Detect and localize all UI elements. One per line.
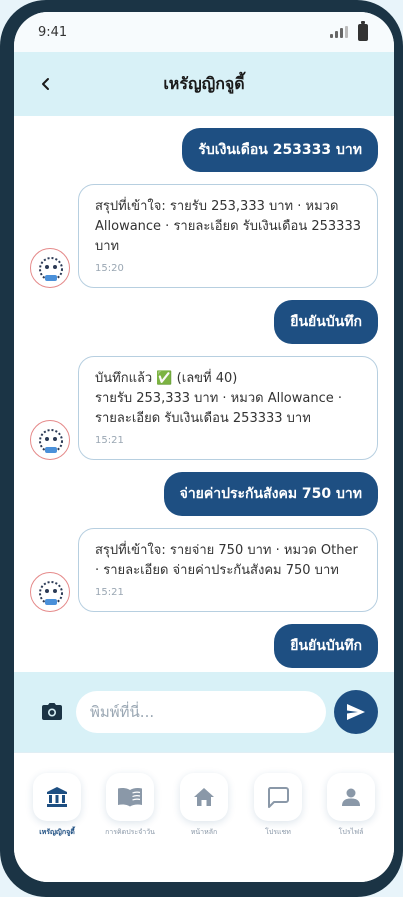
chat-header: เหรัญญิกจูดี้ (14, 52, 394, 116)
send-icon (347, 704, 365, 720)
bot-message: สรุปที่เข้าใจ: รายจ่าย 750 บาท · หมวด Ot… (78, 528, 378, 612)
camera-button[interactable] (30, 690, 74, 734)
nav-label: หน้าหลัก (190, 828, 218, 836)
bottom-navigation: เหรัญญิกจูดี้ การคิดประจำวัน หน้าหลัก โป… (14, 752, 394, 882)
bot-avatar (30, 248, 70, 288)
bot-message-row: สรุปที่เข้าใจ: รายจ่าย 750 บาท · หมวด Ot… (30, 528, 378, 612)
send-button[interactable] (334, 690, 378, 734)
nav-item-chat[interactable]: โปรแชท (248, 773, 308, 838)
nav-item-daily[interactable]: การคิดประจำวัน (100, 773, 160, 838)
message-input[interactable] (76, 691, 326, 733)
signal-icon (330, 26, 348, 38)
phone-frame: 9:41 เหรัญญิกจูดี้ รับเงินเดือน 253333 บ… (0, 0, 403, 897)
chevron-left-icon (42, 78, 49, 90)
chat-thread[interactable]: รับเงินเดือน 253333 บาท สรุปที่เข้าใจ: ร… (14, 116, 394, 672)
bot-message-text: สรุปที่เข้าใจ: รายจ่าย 750 บาท · หมวด Ot… (95, 543, 358, 578)
user-message: จ่ายค่าประกันสังคม 750 บาท (163, 472, 378, 516)
status-icons (330, 20, 368, 41)
bot-message-text: สรุปที่เข้าใจ: รายรับ 253,333 บาท · หมวด… (95, 199, 361, 254)
home-icon (194, 788, 214, 806)
nav-item-profile[interactable]: โปรไฟล์ (321, 773, 381, 838)
message-time: 15:21 (95, 435, 124, 446)
nav-item-home[interactable]: หน้าหลัก (174, 773, 234, 838)
message-time: 15:21 (95, 587, 124, 598)
user-message: ยืนยันบันทึก (274, 300, 378, 344)
message-composer (14, 672, 394, 752)
bot-message: บันทึกแล้ว ✅ (เลขที่ 40) รายรับ 253,333 … (78, 356, 378, 460)
person-icon (342, 788, 360, 806)
bot-avatar (30, 420, 70, 460)
message-time: 15:20 (95, 263, 124, 274)
camera-icon (42, 703, 62, 720)
chat-icon (267, 787, 289, 808)
book-icon (118, 788, 142, 807)
nav-item-treasurer[interactable]: เหรัญญิกจูดี้ (27, 773, 87, 838)
nav-label: การคิดประจำวัน (105, 828, 155, 836)
back-button[interactable] (32, 70, 60, 98)
nav-label: โปรแชท (265, 828, 291, 836)
bot-message-row: สรุปที่เข้าใจ: รายรับ 253,333 บาท · หมวด… (30, 184, 378, 288)
bot-avatar (30, 572, 70, 612)
user-message: รับเงินเดือน 253333 บาท (182, 128, 378, 172)
bot-message: สรุปที่เข้าใจ: รายรับ 253,333 บาท · หมวด… (78, 184, 378, 288)
nav-label: เหรัญญิกจูดี้ (39, 828, 75, 836)
status-bar: 9:41 (14, 12, 394, 52)
status-time: 9:41 (38, 24, 68, 40)
bank-icon (47, 787, 67, 807)
battery-icon (358, 20, 368, 41)
app-screen: 9:41 เหรัญญิกจูดี้ รับเงินเดือน 253333 บ… (14, 12, 394, 882)
bot-message-row: บันทึกแล้ว ✅ (เลขที่ 40) รายรับ 253,333 … (30, 356, 378, 460)
page-title: เหรัญญิกจูดี้ (163, 73, 245, 93)
bot-message-text: บันทึกแล้ว ✅ (เลขที่ 40) รายรับ 253,333 … (95, 371, 343, 426)
user-message: ยืนยันบันทึก (274, 624, 378, 668)
nav-label: โปรไฟล์ (338, 828, 364, 836)
